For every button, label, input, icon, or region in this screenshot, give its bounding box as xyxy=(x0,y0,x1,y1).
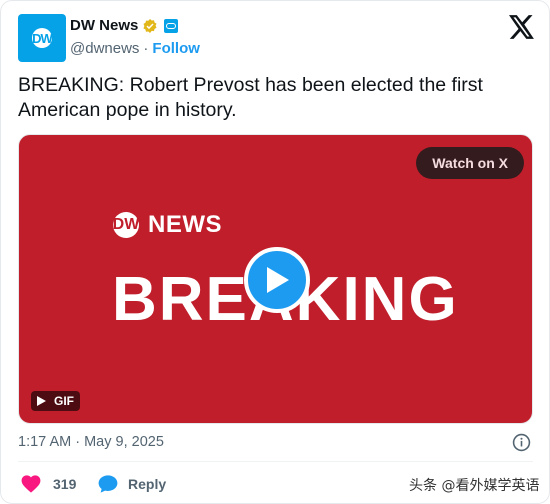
dw-logo-icon: DW xyxy=(113,212,139,238)
affiliate-badge-icon xyxy=(164,18,179,33)
dw-logo-icon: DW xyxy=(32,28,53,48)
gif-label: GIF xyxy=(54,394,74,408)
handle-row: @dwnews · Follow xyxy=(70,40,200,57)
watch-on-x-button[interactable]: Watch on X xyxy=(416,147,524,179)
author-handle[interactable]: @dwnews xyxy=(70,40,139,57)
like-button[interactable]: 319 xyxy=(21,475,76,493)
tweet-card: DW DW News @dwnews · Follow BREAKING: Ro… xyxy=(0,0,550,504)
video-media[interactable]: Watch on X DW NEWS BREAKING GIF xyxy=(18,134,533,424)
like-count: 319 xyxy=(53,476,77,492)
avatar[interactable]: DW xyxy=(18,14,66,62)
brand-text: NEWS xyxy=(148,211,222,238)
play-small-icon xyxy=(37,396,46,406)
gif-badge: GIF xyxy=(31,391,80,411)
timestamp[interactable]: 1:17 AM · May 9, 2025 xyxy=(18,434,164,450)
info-icon[interactable] xyxy=(512,433,531,452)
watermark: 头条 @看外媒学英语 xyxy=(409,478,540,494)
author-name-row: DW News xyxy=(70,17,179,34)
reply-button[interactable]: Reply xyxy=(98,475,166,493)
separator: · xyxy=(143,40,149,57)
heart-icon xyxy=(21,475,41,493)
divider xyxy=(18,461,533,462)
follow-button[interactable]: Follow xyxy=(152,40,200,57)
reply-label: Reply xyxy=(128,476,167,492)
tweet-text: BREAKING: Robert Prevost has been electe… xyxy=(18,74,483,121)
dw-news-brand: DW NEWS xyxy=(113,211,222,239)
play-icon xyxy=(267,267,289,293)
reply-bubble-icon xyxy=(98,475,118,493)
verified-badge-icon xyxy=(143,18,157,33)
author-name[interactable]: DW News xyxy=(70,17,138,34)
x-logo-icon[interactable] xyxy=(509,15,535,39)
play-button[interactable] xyxy=(244,247,310,313)
